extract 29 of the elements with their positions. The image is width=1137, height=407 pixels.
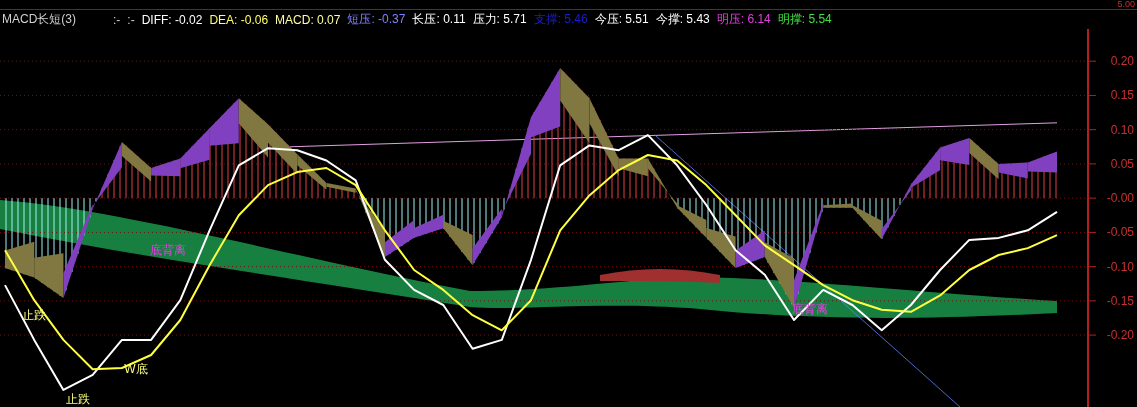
indicator-marker: :- (127, 12, 135, 27)
axis-label: 5.00 (1117, 0, 1135, 9)
chart-annotation: 底背离 (150, 243, 186, 257)
indicator-title: MACD长短(3) (2, 11, 76, 28)
indicator-value: 明撑: 5.54 (777, 11, 832, 28)
axis-tick-label: 0.05 (1110, 156, 1134, 171)
axis-tick-label: -0.10 (1106, 259, 1134, 274)
indicator-value: 明压: 6.14 (716, 11, 771, 28)
indicator-value: MACD: 0.07 (275, 12, 341, 27)
axis-tick-label: -0.20 (1106, 328, 1134, 343)
indicator-value: DEA: -0.06 (209, 12, 269, 27)
axis-tick-label: 0.20 (1110, 54, 1134, 69)
indicator-value: 今撑: 5.43 (655, 11, 710, 28)
indicator-value: 支撑: 5.46 (533, 11, 588, 28)
axis-tick-label: -0.15 (1106, 293, 1134, 308)
axis-tick-label: 0.10 (1110, 122, 1134, 137)
axis-tick-label: -0.00 (1106, 191, 1134, 206)
axis-tick-label: 0.15 (1110, 88, 1134, 103)
chart-annotation: 底背离 (792, 302, 828, 316)
axis-tick-label: -0.05 (1106, 225, 1134, 240)
indicator-marker: :- (113, 12, 121, 27)
indicator-value: 短压: -0.37 (347, 11, 406, 28)
chart-annotation: W底 (124, 362, 148, 376)
indicator-value: DIFF: -0.02 (141, 12, 203, 27)
indicator-value: 今压: 5.51 (594, 11, 649, 28)
chart-annotation: 止跌 (66, 392, 90, 406)
indicator-value: 压力: 5.71 (472, 11, 527, 28)
indicator-value: 长压: 0.11 (412, 11, 466, 28)
chart-annotation: 止跌 (22, 308, 46, 322)
